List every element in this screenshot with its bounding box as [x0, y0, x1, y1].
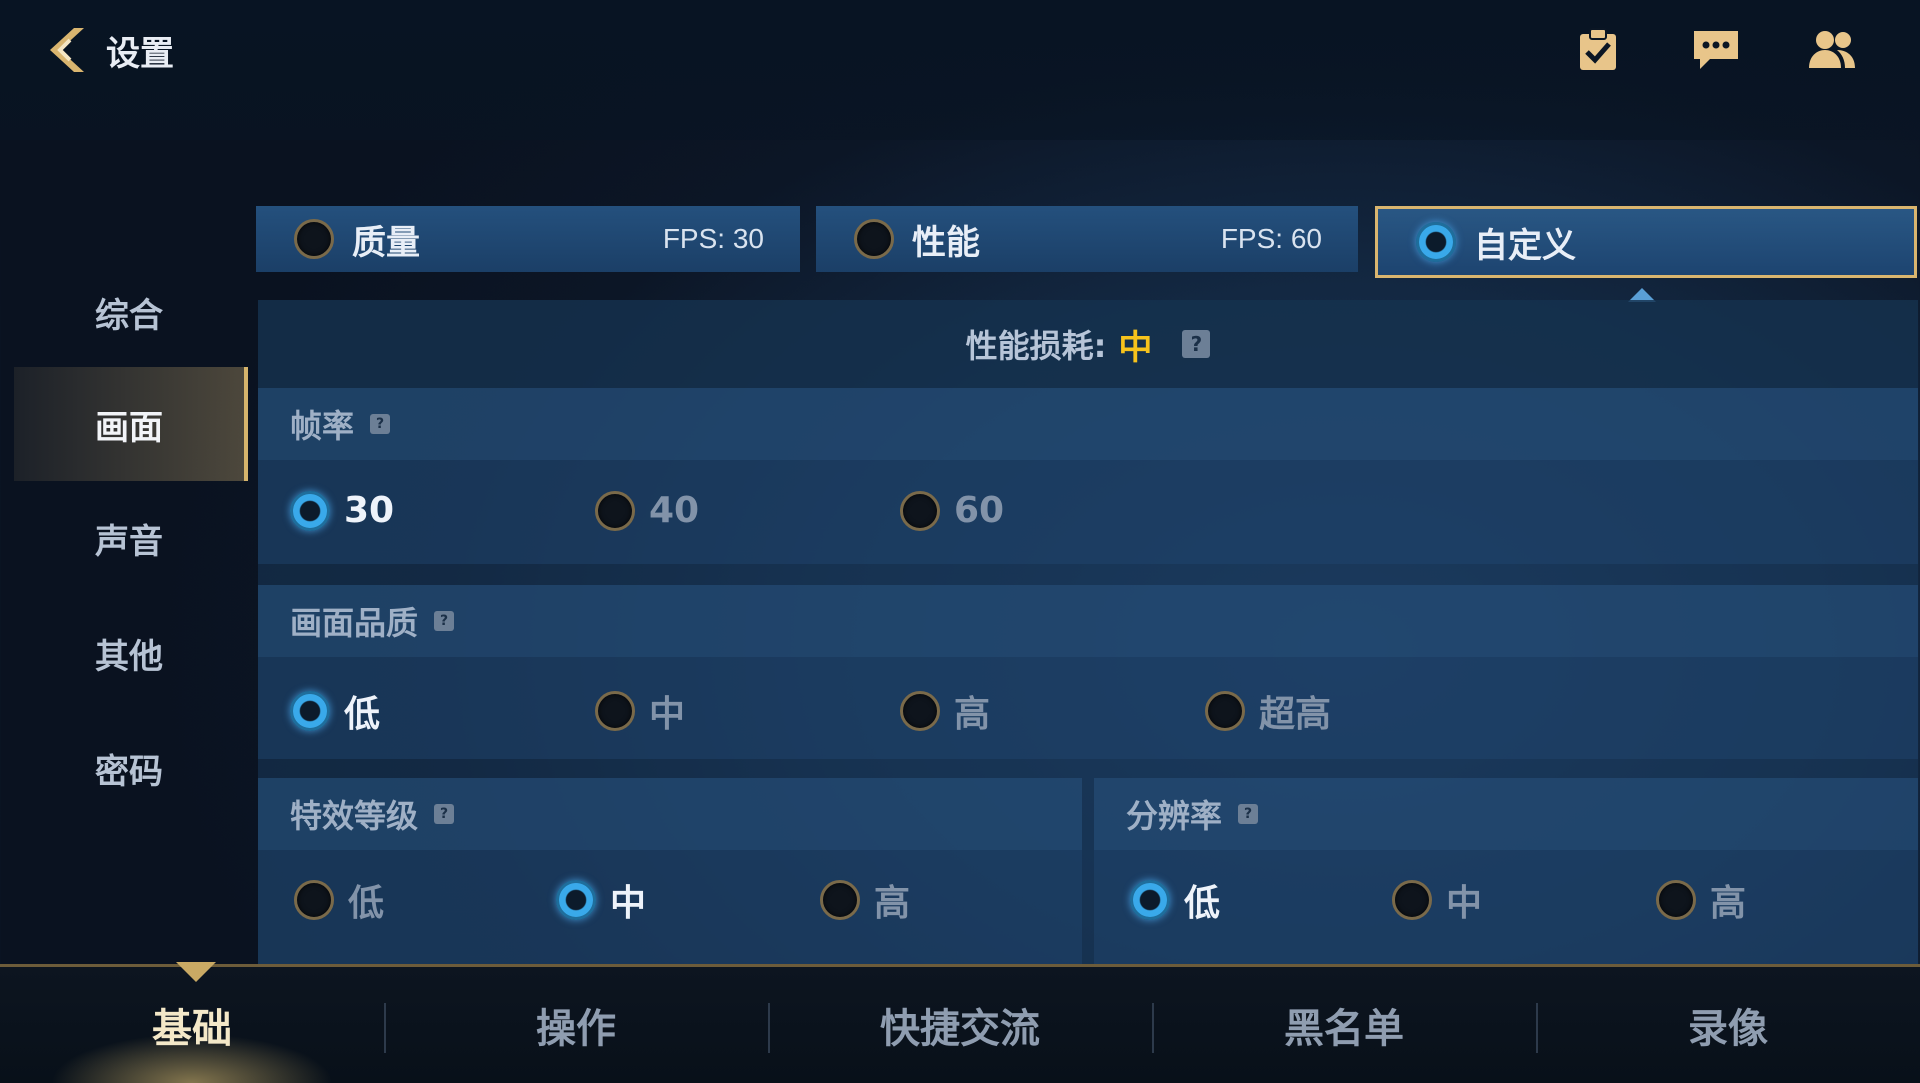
- radio-selected[interactable]: [556, 880, 596, 920]
- preset-quality-radio[interactable]: [294, 219, 334, 259]
- help-icon[interactable]: ?: [1238, 804, 1259, 824]
- performance-cost-value: 中: [1118, 327, 1153, 368]
- quality-option-medium[interactable]: 中: [595, 685, 685, 737]
- radio-selected[interactable]: [290, 691, 330, 731]
- preset-performance[interactable]: 性能 FPS: 60: [816, 206, 1358, 272]
- tab-quick-chat[interactable]: 快捷交流: [768, 967, 1152, 1083]
- effects-option-high[interactable]: 高: [820, 874, 910, 926]
- option-label: 中: [610, 883, 647, 924]
- preset-performance-radio[interactable]: [854, 219, 894, 259]
- option-label: 60: [954, 490, 1005, 531]
- option-label: 中: [649, 694, 686, 735]
- quality-title: 画面品质: [290, 604, 419, 642]
- preset-quality-label: 质量: [352, 222, 420, 263]
- quality-option-low[interactable]: 低: [290, 685, 380, 737]
- tab-replay[interactable]: 录像: [1536, 967, 1920, 1083]
- help-icon[interactable]: ?: [434, 804, 455, 824]
- sidebar-item-graphics[interactable]: 画面: [14, 367, 248, 481]
- option-label: 30: [344, 490, 395, 531]
- quality-header: 画面品质 ?: [258, 585, 1918, 657]
- sidebar-item-other[interactable]: 其他: [14, 596, 244, 710]
- tab-blacklist[interactable]: 黑名单: [1152, 967, 1536, 1083]
- performance-cost-row: 性能损耗: 中 ?: [258, 300, 1918, 388]
- radio[interactable]: [1656, 880, 1696, 920]
- effects-options: 低 中 高: [258, 850, 1082, 964]
- performance-cost-label: 性能损耗:: [965, 327, 1107, 365]
- option-label: 超高: [1259, 694, 1332, 735]
- frame-rate-option-30[interactable]: 30: [290, 490, 394, 531]
- top-bar: [0, 0, 1920, 140]
- effects-title: 特效等级: [290, 797, 419, 835]
- radio-selected[interactable]: [1130, 880, 1170, 920]
- quality-option-high[interactable]: 高: [900, 685, 990, 737]
- frame-rate-options: 30 40 60: [258, 460, 1918, 564]
- preset-quality[interactable]: 质量 FPS: 30: [256, 206, 800, 272]
- back-arrow-icon: [50, 28, 84, 72]
- option-label: 中: [1446, 883, 1483, 924]
- radio[interactable]: [900, 691, 940, 731]
- radio[interactable]: [900, 490, 940, 531]
- preset-selector: 质量 FPS: 30 性能 FPS: 60 自定义: [256, 206, 1917, 278]
- option-label: 低: [348, 883, 385, 924]
- frame-rate-section: 帧率 ? 30 40 60: [258, 388, 1918, 564]
- resolution-title: 分辨率: [1126, 797, 1223, 835]
- resolution-options: 低 中 高: [1094, 850, 1918, 964]
- frame-rate-option-40[interactable]: 40: [595, 490, 699, 531]
- quality-option-ultra[interactable]: 超高: [1205, 685, 1331, 737]
- preset-custom[interactable]: 自定义: [1375, 206, 1917, 278]
- option-label: 低: [344, 694, 381, 735]
- quality-section: 画面品质 ? 低 中 高 超高: [258, 585, 1918, 759]
- active-tab-caret: [176, 962, 216, 982]
- resolution-option-high[interactable]: 高: [1656, 874, 1746, 926]
- effects-option-low[interactable]: 低: [294, 874, 384, 926]
- effects-section: 特效等级 ? 低 中 高: [258, 778, 1082, 964]
- frame-rate-header: 帧率 ?: [258, 388, 1918, 460]
- option-label: 低: [1184, 883, 1221, 924]
- radio[interactable]: [1205, 691, 1245, 731]
- effects-header: 特效等级 ?: [258, 778, 1082, 850]
- tab-basic[interactable]: 基础: [0, 967, 384, 1083]
- bottom-tab-bar: 基础 操作 快捷交流 黑名单 录像: [0, 964, 1920, 1083]
- resolution-header: 分辨率 ?: [1094, 778, 1918, 850]
- effects-option-medium[interactable]: 中: [556, 874, 646, 926]
- radio[interactable]: [595, 490, 635, 531]
- page-title: 设置: [106, 33, 174, 74]
- tab-controls[interactable]: 操作: [384, 967, 768, 1083]
- radio[interactable]: [1392, 880, 1432, 920]
- option-label: 高: [1710, 883, 1747, 924]
- resolution-option-low[interactable]: 低: [1130, 874, 1220, 926]
- frame-rate-title: 帧率: [290, 407, 355, 445]
- preset-performance-label: 性能: [912, 222, 980, 263]
- checklist-icon[interactable]: [1566, 18, 1630, 82]
- frame-rate-option-60[interactable]: 60: [900, 490, 1004, 531]
- back-button[interactable]: 设置: [40, 18, 220, 82]
- sidebar-item-general[interactable]: 综合: [14, 255, 244, 369]
- help-icon[interactable]: ?: [370, 414, 391, 434]
- option-label: 40: [649, 490, 700, 531]
- sidebar-item-sound[interactable]: 声音: [14, 481, 244, 595]
- resolution-option-medium[interactable]: 中: [1392, 874, 1482, 926]
- quality-options: 低 中 高 超高: [258, 657, 1918, 759]
- friends-icon[interactable]: [1800, 18, 1864, 82]
- radio[interactable]: [294, 880, 334, 920]
- radio-selected[interactable]: [290, 490, 330, 531]
- option-label: 高: [954, 694, 991, 735]
- preset-quality-fps: FPS: 30: [662, 223, 764, 254]
- sidebar-item-password[interactable]: 密码: [14, 711, 244, 825]
- chat-icon[interactable]: [1684, 18, 1748, 82]
- resolution-section: 分辨率 ? 低 中 高: [1094, 778, 1918, 964]
- preset-performance-fps: FPS: 60: [1220, 223, 1322, 254]
- radio[interactable]: [820, 880, 860, 920]
- settings-sidebar: 综合 画面 声音 其他 密码: [14, 255, 248, 965]
- radio[interactable]: [595, 691, 635, 731]
- help-icon[interactable]: ?: [434, 611, 455, 631]
- preset-custom-label: 自定义: [1474, 225, 1576, 266]
- help-icon[interactable]: ?: [1182, 330, 1211, 358]
- preset-custom-radio[interactable]: [1416, 222, 1456, 262]
- option-label: 高: [874, 883, 911, 924]
